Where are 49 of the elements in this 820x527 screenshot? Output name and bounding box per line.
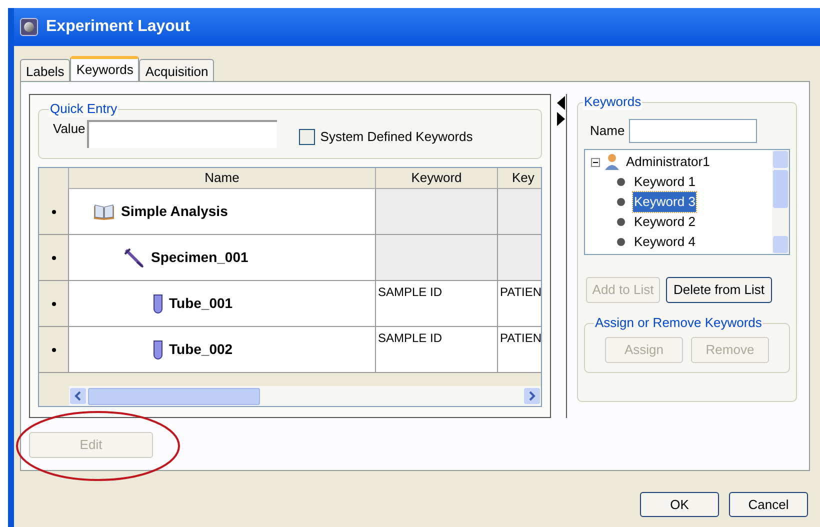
field-label: Name [590,122,625,140]
input-field[interactable] [87,120,278,148]
test-tube-icon [153,294,163,314]
tree-item[interactable]: Keyword 1 [633,172,696,192]
group-title: Keywords [583,94,642,110]
book-icon [93,202,115,220]
row-marker-icon [52,256,56,260]
row-marker-icon [52,348,56,352]
dialog-button[interactable]: Cancel [729,492,808,517]
chevron-left-icon[interactable] [70,388,86,404]
field-label: Value [53,120,86,138]
row-marker-icon [52,302,56,306]
bullet-icon [617,198,625,206]
row-name: Specimen_001 [151,248,248,267]
window-title: Experiment Layout [46,17,190,37]
bullet-icon [617,218,625,226]
dialog-button[interactable]: OK [640,492,719,517]
row-marker-icon [52,210,56,214]
tree-item[interactable]: Keyword 4 [633,232,696,252]
tree-item[interactable]: Keyword 3 [633,192,696,212]
chevron-right-icon[interactable] [524,388,540,404]
table-cell: PATIEN [498,327,541,372]
collapse-toggle[interactable] [591,158,600,166]
row-name: Tube_002 [169,340,233,359]
vertical-scrollbar[interactable] [772,150,789,254]
tab[interactable]: Keywords [70,56,140,81]
input-field[interactable] [628,119,757,143]
group-title: Assign or Remove Keywords [594,315,763,331]
bullet-icon [617,178,625,186]
button[interactable]: Delete from List [666,277,772,303]
test-tube-icon [153,340,163,360]
syringe-icon [123,248,145,268]
table-cell: PATIEN [498,281,541,326]
table-cell: SAMPLE ID [376,327,498,372]
checkbox-label: System Defined Keywords [320,128,473,146]
row-name: Tube_001 [169,294,233,313]
horizontal-scrollbar[interactable] [69,386,541,406]
row-name: Simple Analysis [121,202,228,221]
tree-item[interactable]: Keyword 2 [633,212,696,232]
checkbox[interactable] [299,129,316,145]
tab[interactable]: Labels [20,59,70,81]
splitter-arrows-icon[interactable] [556,96,565,126]
app-icon [20,18,38,36]
table-cell: SAMPLE ID [376,281,498,326]
tab[interactable]: Acquisition [139,59,214,81]
bullet-icon [617,238,625,246]
tree-node[interactable]: Administrator1 [626,152,710,172]
user-icon [604,153,620,171]
group-title: Quick Entry [49,101,118,117]
